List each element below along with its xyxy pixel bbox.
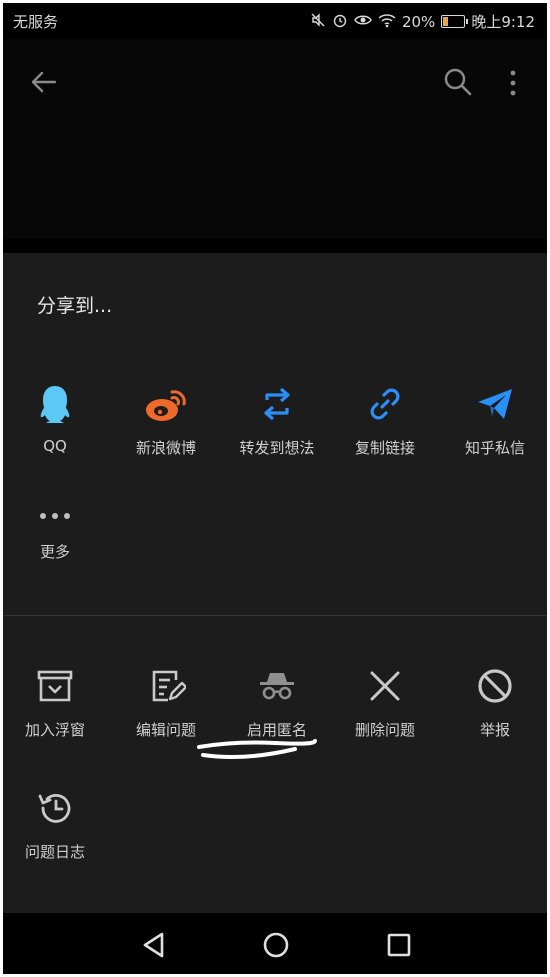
block-icon — [440, 663, 547, 709]
enable-anonymous-button[interactable]: 启用匿名 — [222, 663, 332, 740]
share-qq-button[interactable]: QQ — [3, 381, 110, 455]
app-bar — [3, 39, 547, 239]
private-message-label: 知乎私信 — [464, 439, 525, 457]
send-icon — [440, 381, 547, 427]
repost-icon — [222, 381, 332, 427]
copy-link-label: 复制链接 — [354, 439, 415, 457]
nav-home-icon[interactable] — [260, 929, 292, 961]
battery-percent: 20% — [401, 12, 436, 31]
copy-link-button[interactable]: 复制链接 — [330, 381, 440, 458]
link-icon — [330, 381, 440, 427]
history-icon — [3, 785, 110, 831]
nav-recents-icon[interactable] — [383, 929, 415, 961]
alarm-icon — [332, 12, 348, 32]
private-message-button[interactable]: 知乎私信 — [440, 381, 547, 458]
mute-icon — [310, 12, 326, 32]
question-log-button[interactable]: 问题日志 — [3, 785, 110, 862]
delete-question-button[interactable]: 删除问题 — [330, 663, 440, 740]
share-more-button[interactable]: 更多 — [3, 501, 110, 562]
phone-screen: 无服务 20% 晚上9:12 分享到... QQ 新浪微博 转发到想法 复制链接… — [3, 3, 547, 974]
report-label: 举报 — [479, 721, 510, 739]
search-icon[interactable] — [443, 67, 473, 97]
nav-back-icon[interactable] — [138, 929, 170, 961]
edit-question-button[interactable]: 编辑问题 — [111, 663, 221, 740]
add-floating-window-button[interactable]: 加入浮窗 — [3, 663, 110, 740]
eye-comfort-icon — [354, 12, 372, 32]
overflow-menu-icon[interactable] — [505, 69, 521, 97]
wifi-icon — [378, 12, 396, 32]
question-log-label: 问题日志 — [24, 843, 85, 861]
floating-window-icon — [3, 663, 110, 709]
share-weibo-label: 新浪微博 — [135, 439, 196, 457]
divider — [3, 615, 547, 616]
weibo-icon — [111, 381, 221, 427]
status-bar: 无服务 20% 晚上9:12 — [3, 3, 547, 39]
back-arrow-icon[interactable] — [29, 67, 59, 97]
qq-icon — [3, 381, 110, 427]
share-more-label: 更多 — [39, 543, 70, 561]
share-repost-label: 转发到想法 — [239, 439, 315, 457]
hand-drawn-underline — [197, 739, 317, 759]
share-repost-button[interactable]: 转发到想法 — [222, 381, 332, 458]
anonymous-icon — [222, 663, 332, 709]
share-sheet: 分享到... QQ 新浪微博 转发到想法 复制链接 知乎私信 更多 加入浮窗 编… — [3, 253, 547, 913]
add-floating-window-label: 加入浮窗 — [24, 721, 85, 739]
carrier-text: 无服务 — [13, 13, 59, 31]
clock-text: 晚上9:12 — [471, 13, 535, 31]
report-button[interactable]: 举报 — [440, 663, 547, 740]
sheet-title: 分享到... — [37, 295, 113, 317]
more-dots-icon — [3, 501, 110, 531]
share-weibo-button[interactable]: 新浪微博 — [111, 381, 221, 458]
close-icon — [330, 663, 440, 709]
system-nav-bar — [3, 915, 547, 974]
share-qq-label: QQ — [43, 437, 67, 455]
delete-question-label: 删除问题 — [354, 721, 415, 739]
status-icons: 20% 晚上9:12 — [310, 11, 535, 32]
battery-icon — [441, 15, 469, 28]
edit-icon — [111, 663, 221, 709]
